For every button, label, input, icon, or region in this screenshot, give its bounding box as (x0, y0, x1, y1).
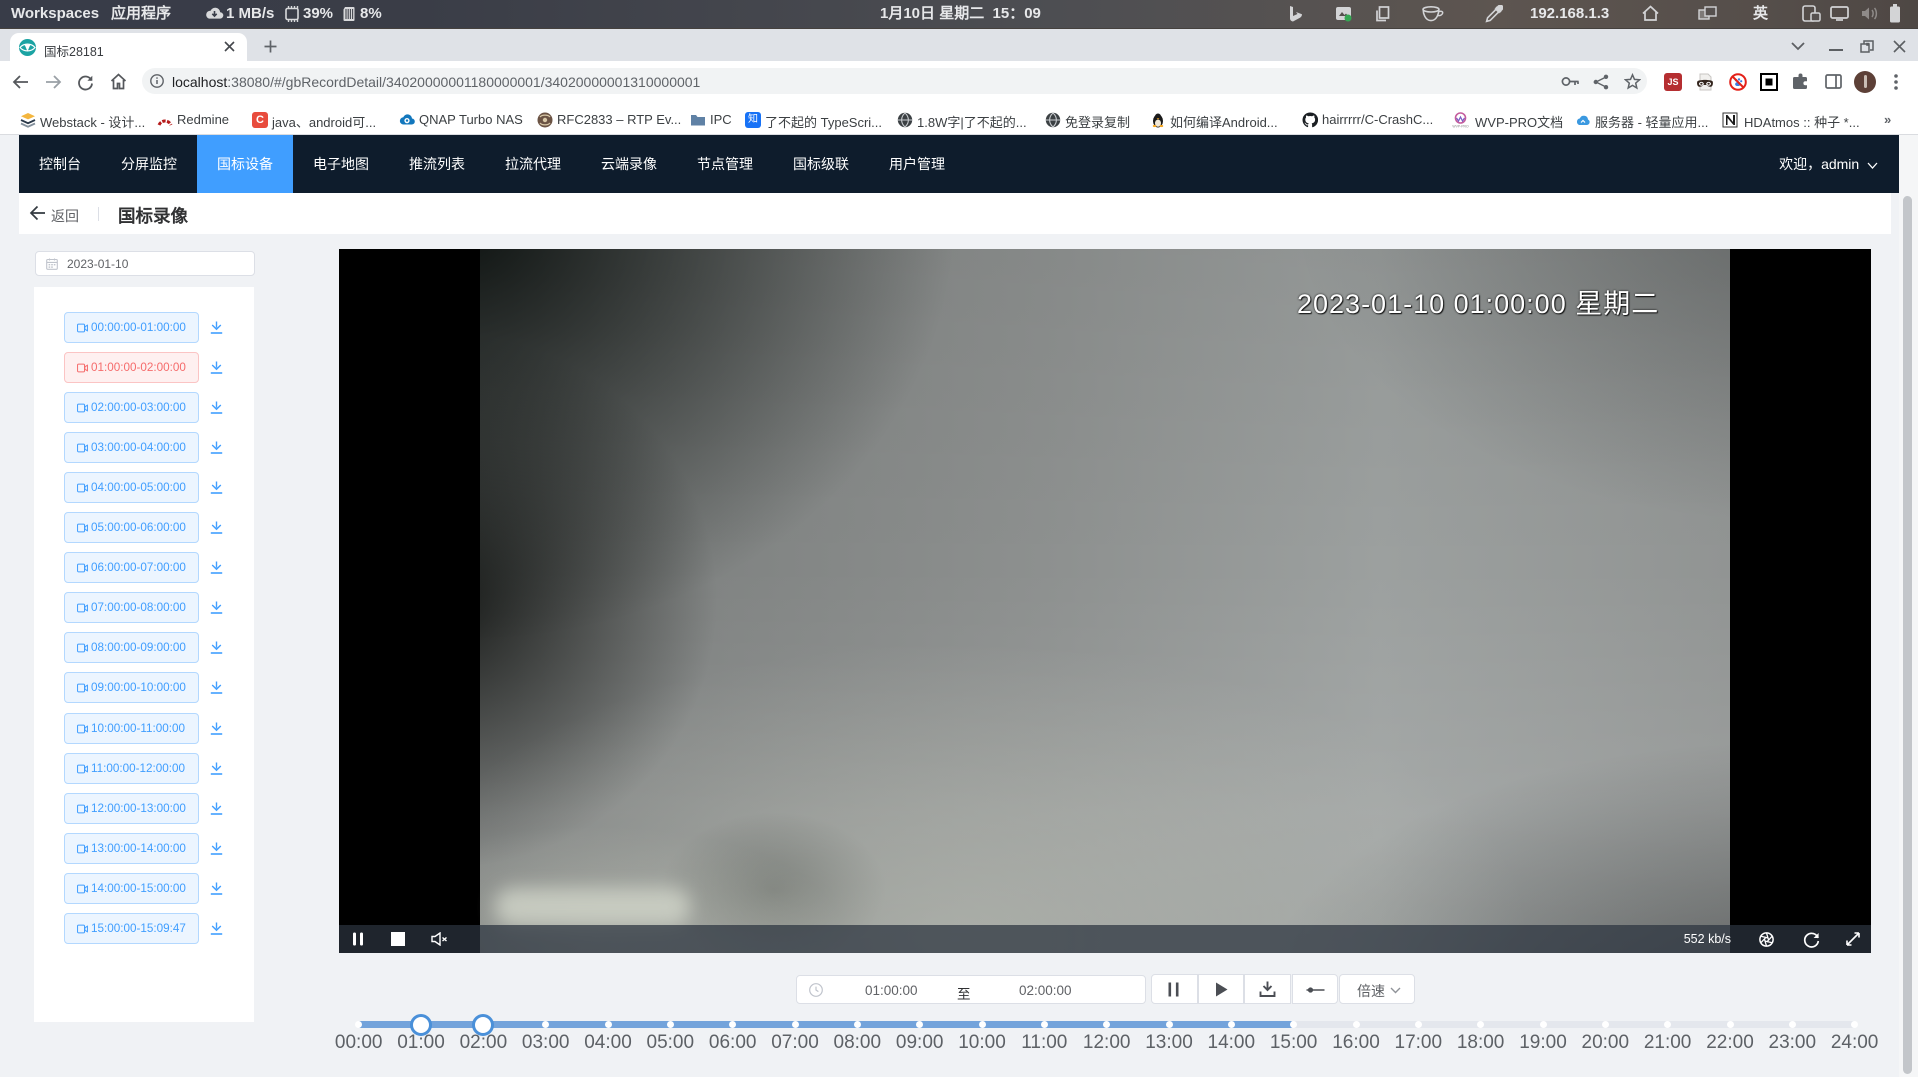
svg-text:WVP-PRO: WVP-PRO (1452, 125, 1469, 129)
